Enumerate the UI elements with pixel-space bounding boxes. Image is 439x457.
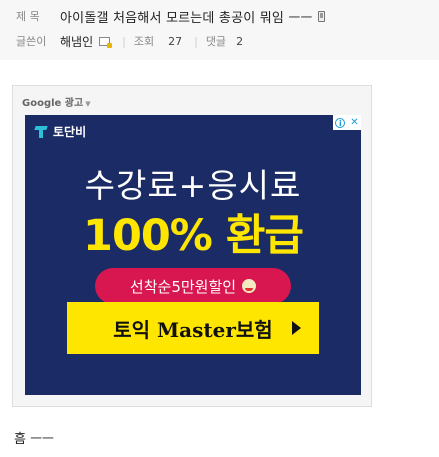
info-icon[interactable]: i [335,117,346,128]
post-title: 아이돌갤 처음해서 모르는데 총공이 뭐임 ㅡㅡ [60,10,313,26]
post-body: 흠 ㅡㅡ [14,432,55,447]
ad-headline: 수강료+응시료 [84,166,302,205]
ad-container: Google 광고 ▼ i ✕ 토단비 수강료+응시료 100% 환급 선착순5만… [12,85,372,407]
author-label: 글쓴이 [16,35,47,48]
cta-label: 토익 Master보험 [113,317,273,342]
post-header: 제 목 아이돌갤 처음해서 모르는데 총공이 뭐임 ㅡㅡ 글쓴이 해냄인 | 조… [0,0,439,60]
mobile-icon [317,10,325,22]
close-icon[interactable]: ✕ [350,117,358,128]
title-label: 제 목 [16,10,40,23]
play-arrow-icon [292,321,301,335]
discount-text: 선착순5만원할인 [129,277,237,296]
brand: 토단비 [35,123,86,140]
user-card-icon[interactable] [99,36,113,48]
divider: | [194,34,198,48]
brand-name: 토단비 [53,125,87,139]
comments-count[interactable]: 2 [236,35,243,48]
ad-banner[interactable]: i ✕ 토단비 수강료+응시료 100% 환급 선착순5만원할인 토익 Mast… [25,115,361,395]
cta-button[interactable]: 토익 Master보험 [67,302,319,354]
ad-label: Google 광고 ▼ [22,94,91,109]
divider: | [122,34,126,48]
ad-choices[interactable]: i ✕ [333,115,361,130]
ad-highlight: 100% 환급 [83,211,304,261]
caret-down-icon: ▼ [85,100,91,108]
views-count: 27 [168,34,183,48]
author-name[interactable]: 해냄인 [60,33,93,50]
comments-label: 댓글 [205,35,227,48]
smiley-icon [242,279,257,293]
discount-badge: 선착순5만원할인 [95,268,291,311]
views-label: 조회 [133,35,155,48]
meta-row: 글쓴이 해냄인 | 조회 27 | 댓글 2 [16,32,243,50]
ad-label-text: Google 광고 [22,98,84,109]
title-row: 제 목 아이돌갤 처음해서 모르는데 총공이 뭐임 ㅡㅡ [16,6,325,26]
brand-logo-icon [35,126,49,138]
